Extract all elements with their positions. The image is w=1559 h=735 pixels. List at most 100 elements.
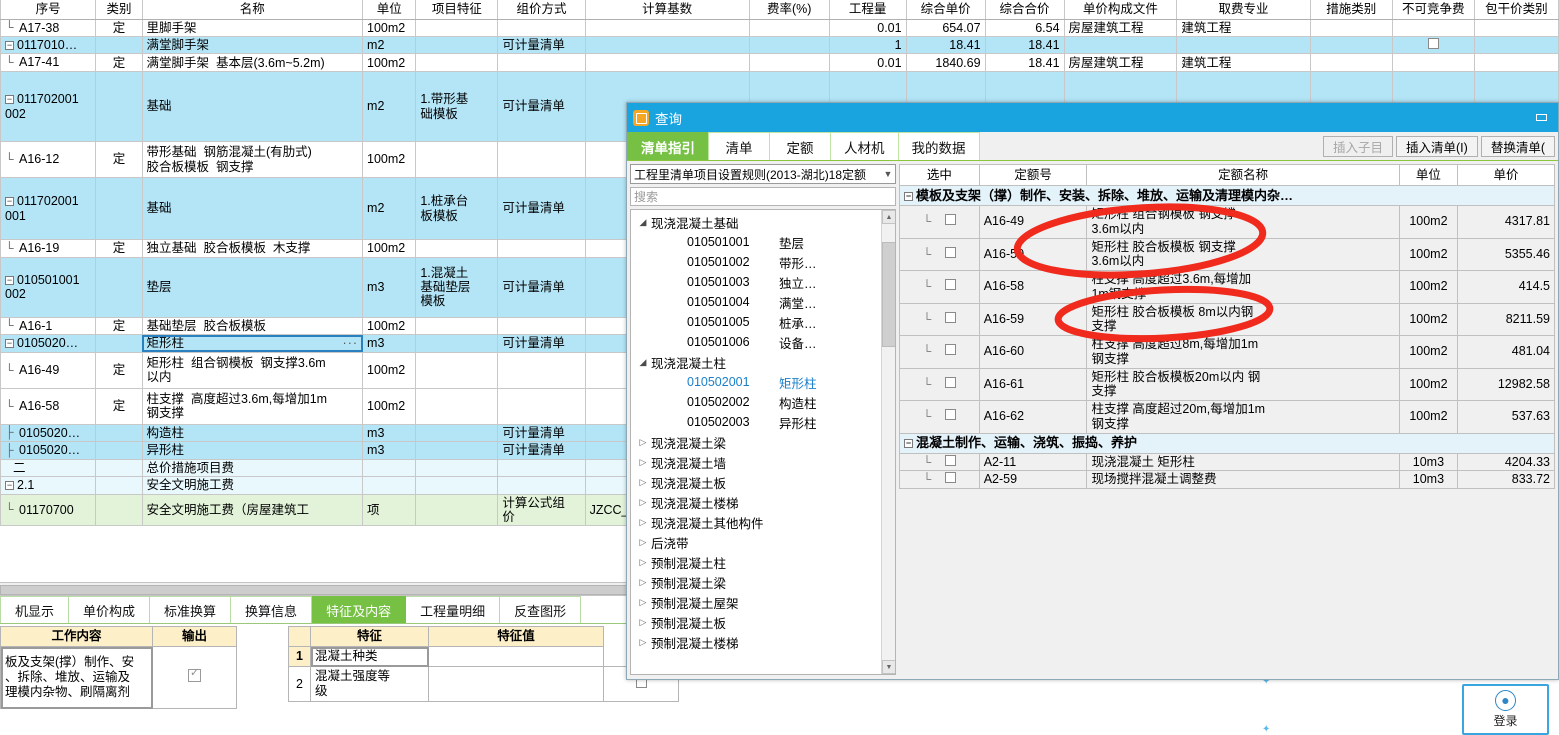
cell-unit[interactable]: 100m2 [362, 141, 417, 179]
norm-row[interactable]: └ A16-61 矩形柱 胶合板模板20m以内 钢 支撑 100m2 12982.58 [899, 367, 1555, 401]
search-input[interactable]: 搜索 [630, 187, 896, 206]
cell-pricefile[interactable]: 房屋建筑工程 [1063, 18, 1178, 38]
cell-cat[interactable] [95, 458, 143, 478]
tree-group-现浇混凝土其他构件[interactable]: ▷ 现浇混凝土其他构件 [631, 512, 895, 532]
norm-select-cell[interactable]: └ [899, 400, 980, 434]
cell-priceway[interactable]: 可计量清单 [497, 177, 586, 241]
no-compete-checkbox[interactable] [1427, 38, 1439, 50]
cell-cat[interactable]: 定 [95, 53, 143, 73]
norm-select-cell[interactable]: └ [899, 335, 980, 369]
expand-collapse-icon[interactable]: − [5, 339, 14, 349]
cell-unit[interactable] [362, 458, 417, 478]
dialog-button-插入清单(I)[interactable]: 插入清单(I) [1396, 136, 1478, 157]
cell-priceway[interactable] [497, 239, 586, 258]
cell-unit[interactable]: 100m2 [362, 239, 417, 258]
cell-priceway[interactable] [497, 53, 586, 73]
expand-collapse-icon[interactable]: − [5, 95, 14, 105]
column-header-major[interactable]: 取费专业 [1176, 0, 1311, 20]
query-dialog[interactable]: 查询 清单指引 清单 定额 人材机 我的数据 插入子目 插入清单(I) 替换清单( 工程里清单… [626, 102, 1559, 680]
norm-select-cell[interactable]: └ [899, 452, 980, 472]
tree-item-010501002[interactable]: 010501002 带形… [631, 252, 895, 272]
triangle-closed-icon[interactable]: ▷ [635, 597, 651, 608]
cell-feature[interactable] [415, 441, 499, 460]
norm-row[interactable]: └ A16-60 柱支撑 高度超过8m,每增加1m 钢支撑 100m2 481.04 [899, 335, 1555, 369]
cell-seq[interactable]: └ A16-12 [0, 141, 97, 179]
cell-feature[interactable] [415, 458, 499, 478]
tree-group-现浇混凝土楼梯[interactable]: ▷ 现浇混凝土楼梯 [631, 492, 895, 512]
cell-meatype[interactable] [1309, 36, 1393, 55]
tree-item-010502002[interactable]: 010502002 构造柱 [631, 392, 895, 412]
column-header-unit[interactable]: 单位 [362, 0, 417, 20]
cell-seq[interactable]: −0105020… [0, 334, 97, 353]
cell-feature[interactable]: 1.桩承台 板模板 [415, 177, 499, 241]
cell-seq[interactable]: └ A17-38 [0, 18, 97, 38]
table-row[interactable]: └ A17-41 定满堂脚手架 基本层(3.6m~5.2m) 100m2 0.01 184… [0, 53, 1559, 73]
cell-unit[interactable]: m3 [362, 441, 417, 460]
cell-unit[interactable]: 项 [362, 493, 417, 527]
column-header-seq[interactable]: 序号 [0, 0, 97, 20]
cell-qty[interactable]: 0.01 [828, 18, 907, 38]
clause-tree[interactable]: ◢ 现浇混凝土基础 010501001 垫层 010501002 带形… 010501003… [630, 209, 896, 675]
triangle-closed-icon[interactable]: ▷ [635, 577, 651, 588]
cell-unit[interactable]: m3 [362, 256, 417, 318]
cell-unit[interactable]: m2 [362, 36, 417, 55]
cell-cat[interactable]: 定 [95, 239, 143, 258]
cell-seq[interactable]: └ A17-41 [0, 53, 97, 73]
norm-group-row[interactable]: − 混凝土制作、运输、浇筑、振捣、养护 [899, 432, 1555, 454]
tree-group-预制混凝土屋架[interactable]: ▷ 预制混凝土屋架 [631, 592, 895, 612]
chevron-down-icon[interactable]: ▼ [881, 169, 895, 179]
tree-group-预制混凝土楼梯[interactable]: ▷ 预制混凝土楼梯 [631, 632, 895, 652]
cell-feature[interactable] [415, 334, 499, 353]
cell-cat[interactable]: 定 [95, 18, 143, 38]
cell-seq[interactable]: −011702001 001 [0, 177, 97, 241]
expand-collapse-icon[interactable]: − [5, 41, 14, 51]
tree-item-010502003[interactable]: 010502003 异形柱 [631, 412, 895, 432]
tree-item-010501001[interactable]: 010501001 垫层 [631, 232, 895, 252]
cell-cat[interactable] [95, 36, 143, 55]
cell-nocompete[interactable] [1391, 36, 1475, 55]
cell-name[interactable]: 构造柱 [141, 423, 364, 443]
cell-unitprice[interactable]: 654.07 [905, 18, 986, 38]
norm-select-cell[interactable]: └ [899, 237, 980, 271]
cell-priceway[interactable] [497, 387, 586, 425]
norm-row-checkbox[interactable] [945, 472, 957, 484]
cell-name[interactable]: 异形柱 [141, 441, 364, 460]
expand-collapse-icon[interactable]: − [5, 275, 14, 285]
cell-name[interactable]: 满堂脚手架 基本层(3.6m~5.2m) [141, 53, 364, 73]
triangle-closed-icon[interactable]: ▷ [635, 537, 651, 548]
cell-priceway[interactable]: 可计量清单 [497, 256, 586, 318]
feature-row[interactable]: 2 混凝土强度等 级 [288, 666, 679, 702]
cell-pkgtype[interactable] [1473, 36, 1559, 55]
column-header-calcbase[interactable]: 计算基数 [584, 0, 750, 20]
triangle-closed-icon[interactable]: ▷ [635, 497, 651, 508]
cell-cat[interactable]: 定 [95, 387, 143, 425]
triangle-closed-icon[interactable]: ▷ [635, 477, 651, 488]
minimize-button[interactable] [1530, 108, 1552, 128]
dialog-tab-人材机[interactable]: 人材机 [830, 132, 899, 160]
cell-feature[interactable]: 1.带形基 础模板 [415, 71, 499, 143]
triangle-closed-icon[interactable]: ▷ [635, 557, 651, 568]
cell-cat[interactable] [95, 441, 143, 460]
cell-name[interactable]: ··· 矩形柱 [141, 334, 364, 353]
cell-unit[interactable]: m2 [362, 71, 417, 143]
cell-priceway[interactable] [497, 351, 586, 389]
norm-row[interactable]: └ A16-50 矩形柱 胶合板模板 钢支撑 3.6m以内 100m2 5355.46 [899, 237, 1555, 271]
tree-group-现浇混凝土柱[interactable]: ◢ 现浇混凝土柱 [631, 352, 895, 372]
cell-calcbase[interactable] [584, 53, 750, 73]
cell-name[interactable]: 基础垫层 胶合板模板 [141, 316, 364, 336]
clause-tree-list[interactable]: ◢ 现浇混凝土基础 010501001 垫层 010501002 带形… 010501003… [631, 210, 895, 652]
cell-feature[interactable] [415, 239, 499, 258]
column-header-feature[interactable]: 项目特征 [415, 0, 499, 20]
tab-反查图形[interactable]: 反查图形 [500, 596, 582, 623]
cell-priceway[interactable] [497, 141, 586, 179]
cell-feature[interactable] [415, 316, 499, 336]
norm-row-checkbox[interactable] [945, 376, 957, 388]
tree-group-后浇带[interactable]: ▷ 后浇带 [631, 532, 895, 552]
cell-unit[interactable] [362, 476, 417, 495]
cell-nocompete[interactable] [1391, 53, 1475, 73]
tree-item-010501005[interactable]: 010501005 桩承… [631, 312, 895, 332]
tree-scrollbar-thumb[interactable] [882, 242, 895, 347]
cell-priceway[interactable]: 计算公式组 价 [497, 493, 586, 527]
cell-pricefile[interactable] [1063, 36, 1178, 55]
cell-calcbase[interactable] [584, 18, 750, 38]
